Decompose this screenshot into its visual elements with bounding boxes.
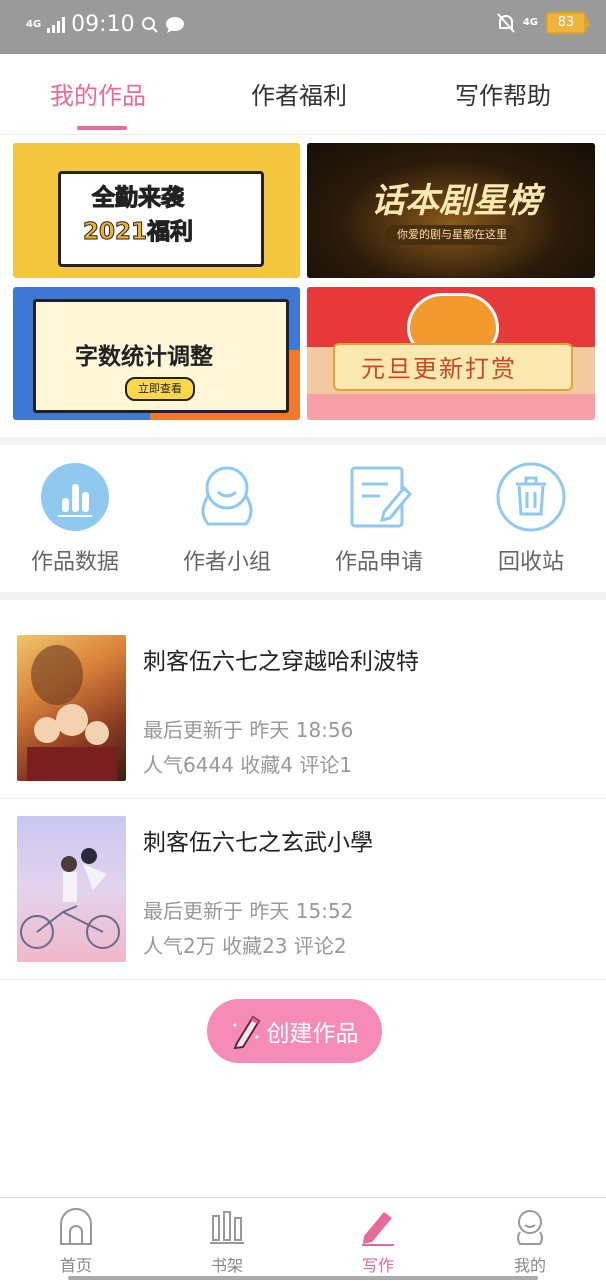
banner-new-year-reward[interactable]: 元旦更新打赏 (307, 287, 595, 420)
shortcut-work-apply[interactable]: 作品申请 (314, 462, 444, 576)
banner-view-button: 立即查看 (125, 377, 195, 401)
nav-write[interactable]: 写作 (338, 1208, 418, 1276)
network-label-right: 4G (522, 17, 538, 28)
shortcut-label: 作品数据 (30, 550, 119, 575)
tab-indicator (77, 126, 127, 130)
shortcut-label: 作品申请 (334, 550, 423, 575)
bar-chart-icon (41, 463, 109, 531)
shortcut-work-data[interactable]: 作品数据 (10, 462, 140, 576)
divider (0, 437, 606, 445)
nav-label: 书架 (210, 1256, 243, 1275)
signal-icon (47, 16, 66, 33)
banner-attendance-benefit[interactable]: 全勤来袭 2021福利 (13, 143, 300, 278)
work-stats: 人气6444 收藏4 评论1 (143, 753, 353, 777)
home-icon (60, 1208, 92, 1245)
trash-icon (496, 462, 566, 532)
banner-subtitle: 你爱的剧与星都在这里 (385, 225, 519, 245)
banner-title: 字数统计调整 (75, 344, 213, 370)
banner-title: 话本剧星榜 (371, 181, 541, 221)
pencil-icon (233, 1015, 260, 1049)
list-item[interactable]: 刺客伍六七之穿越哈利波特 最后更新于 昨天 18:56 人气6444 收藏4 评… (0, 618, 606, 799)
nav-label: 首页 (59, 1256, 92, 1275)
work-title: 刺客伍六七之玄武小學 (143, 830, 373, 856)
banner-clouds (307, 394, 595, 420)
cover-image (17, 816, 126, 962)
tab-writing-help[interactable]: 写作帮助 (455, 76, 551, 111)
banner-grid: 全勤来袭 2021福利 话本剧星榜 你爱的剧与星都在这里 字数统计调整 立即查看 … (0, 136, 606, 436)
shortcut-label: 回收站 (497, 550, 564, 575)
bell-off-icon (497, 13, 515, 33)
list-item[interactable]: 刺客伍六七之玄武小學 最后更新于 昨天 15:52 人气2万 收藏23 评论2 (0, 799, 606, 980)
nav-label: 我的 (513, 1256, 546, 1275)
profile-icon (517, 1210, 543, 1245)
nav-profile[interactable]: 我的 (490, 1208, 570, 1276)
status-bar: 4G 09:10 4G 83 (0, 0, 606, 54)
network-label: 4G (26, 18, 42, 30)
shortcut-recycle-bin[interactable]: 回收站 (466, 462, 596, 576)
edit-doc-icon (350, 466, 413, 528)
nav-label: 写作 (361, 1256, 394, 1275)
nav-home[interactable]: 首页 (36, 1208, 116, 1276)
work-title: 刺客伍六七之穿越哈利波特 (143, 649, 419, 675)
clock: 09:10 (71, 12, 135, 37)
create-work-label: 创建作品 (266, 1021, 359, 1047)
pen-icon (362, 1212, 394, 1246)
work-updated: 最后更新于 昨天 18:56 (143, 718, 354, 742)
nav-bookshelf[interactable]: 书架 (187, 1208, 267, 1276)
bottom-nav: 首页 书架 写作 我的 (0, 1197, 606, 1281)
banner-word-count[interactable]: 字数统计调整 立即查看 (13, 287, 300, 420)
divider (0, 592, 606, 600)
shortcut-label: 作者小组 (182, 550, 271, 575)
create-work-button[interactable]: 创建作品 (207, 999, 382, 1063)
banner-star-ranking[interactable]: 话本剧星榜 你爱的剧与星都在这里 (307, 143, 595, 278)
work-updated: 最后更新于 昨天 15:52 (143, 899, 354, 923)
search-icon (141, 16, 158, 33)
cover-image (17, 635, 126, 781)
tab-author-benefits[interactable]: 作者福利 (251, 76, 347, 111)
battery-icon: 83 (546, 12, 589, 34)
tab-my-works[interactable]: 我的作品 (50, 76, 146, 111)
bookshelf-icon (210, 1211, 244, 1244)
shortcut-author-group[interactable]: 作者小组 (162, 462, 292, 576)
message-icon (165, 16, 184, 33)
banner-text: 全勤来袭 2021福利 (82, 185, 194, 246)
home-indicator[interactable] (68, 1276, 538, 1280)
group-icon (201, 466, 253, 526)
banner-title: 元旦更新打赏 (361, 355, 517, 383)
top-tabs: 我的作品 作者福利 写作帮助 (0, 54, 606, 135)
work-stats: 人气2万 收藏23 评论2 (143, 934, 347, 958)
